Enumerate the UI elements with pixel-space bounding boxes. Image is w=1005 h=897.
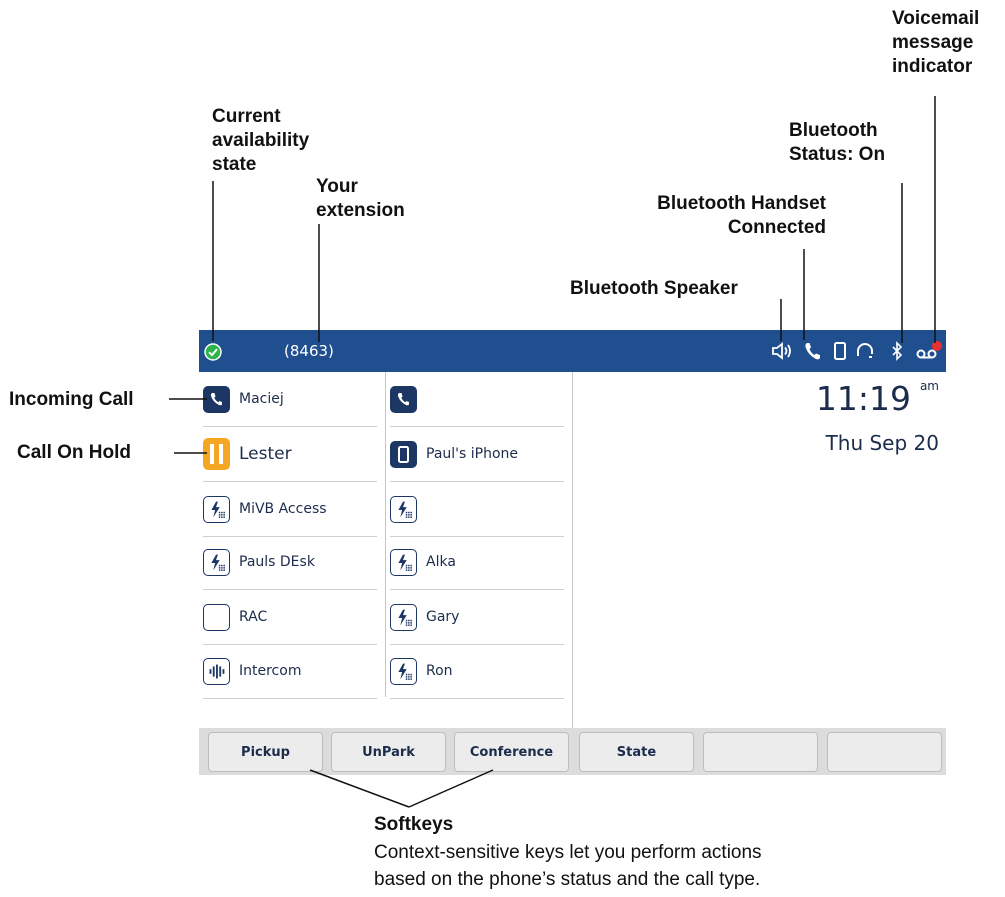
phone-screen: (8463) Maciej Lester MiVB Access Pauls D… (199, 330, 946, 775)
softkey-unpark[interactable]: UnPark (331, 732, 446, 772)
softkey-bar: Pickup UnPark Conference State (199, 728, 946, 775)
availability-callout: Current availability state (212, 106, 310, 175)
voicemail-callout: Voicemail message indicator (892, 8, 980, 77)
call-on-hold-callout: Call On Hold (17, 442, 131, 463)
speed-dial-icon (203, 495, 230, 523)
line-key-ron[interactable]: Ron (390, 644, 564, 699)
softkey-conference[interactable]: Conference (454, 732, 569, 772)
status-bar: (8463) (199, 330, 946, 372)
softkeys-leader-left (309, 769, 410, 808)
column-divider (572, 372, 573, 728)
clock-time: 11:19 (815, 379, 911, 418)
speed-dial-icon (203, 548, 230, 576)
incoming-call-callout: Incoming Call (9, 389, 134, 410)
line-key-intercom[interactable]: Intercom (203, 644, 377, 699)
column-divider (385, 372, 386, 697)
mobile-phone-icon (829, 339, 851, 363)
clock-date: Thu Sep 20 (825, 431, 939, 455)
key-label: RAC (239, 609, 268, 625)
line-key-mivb-access[interactable]: MiVB Access (203, 482, 377, 537)
line-key-call[interactable] (390, 372, 564, 427)
softkeys-leader-right (408, 769, 494, 808)
extension-number: (8463) (284, 342, 334, 360)
key-label: Alka (426, 554, 456, 570)
key-label: Maciej (239, 391, 284, 407)
clock: 11:19 am (769, 379, 939, 418)
speed-dial-icon (390, 657, 417, 685)
phone-icon (390, 385, 417, 413)
softkey-empty-6[interactable] (827, 732, 942, 772)
line-key-alka[interactable]: Alka (390, 535, 564, 590)
headset-icon (854, 339, 876, 363)
mobile-phone-icon (390, 440, 417, 468)
key-label: Lester (239, 444, 292, 464)
softkey-state[interactable]: State (579, 732, 694, 772)
bluetooth-icon (886, 339, 908, 363)
speed-dial-icon (390, 603, 417, 631)
bluetooth-handset-icon (802, 339, 824, 363)
clock-ampm: am (919, 379, 939, 393)
line-key-pauls-iphone[interactable]: Paul's iPhone (390, 427, 564, 482)
blank-key-icon (203, 603, 230, 631)
line-key-speed-dial[interactable] (390, 482, 564, 537)
line-key-gary[interactable]: Gary (390, 590, 564, 645)
bluetooth-status-callout: Bluetooth Status: On (789, 120, 886, 165)
line-key-lester[interactable]: Lester (203, 427, 377, 482)
softkey-empty-5[interactable] (703, 732, 818, 772)
bluetooth-speaker-callout: Bluetooth Speaker (570, 278, 738, 299)
key-label: MiVB Access (239, 501, 327, 517)
voicemail-icon (913, 339, 943, 363)
extension-callout: Your extension (316, 176, 405, 221)
speed-dial-icon (390, 548, 417, 576)
softkey-pickup[interactable]: Pickup (208, 732, 323, 772)
intercom-icon (203, 657, 230, 685)
softkeys-callout: Softkeys (374, 814, 454, 835)
hold-icon (203, 438, 230, 470)
bluetooth-speaker-icon (771, 339, 793, 363)
key-label: Gary (426, 609, 460, 625)
line-key-maciej[interactable]: Maciej (203, 372, 377, 427)
availability-check-icon[interactable] (204, 343, 222, 361)
phone-icon (203, 385, 230, 413)
key-label: Ron (426, 663, 453, 679)
speed-dial-icon (390, 495, 417, 523)
key-label: Intercom (239, 663, 302, 679)
line-key-pauls-desk[interactable]: Pauls DEsk (203, 535, 377, 590)
key-label: Paul's iPhone (426, 446, 519, 462)
line-key-rac[interactable]: RAC (203, 590, 377, 645)
key-label: Pauls DEsk (239, 554, 315, 570)
bluetooth-handset-callout: Bluetooth Handset Connected (657, 193, 826, 238)
softkeys-description: Context-sensitive keys let you perform a… (374, 842, 762, 890)
